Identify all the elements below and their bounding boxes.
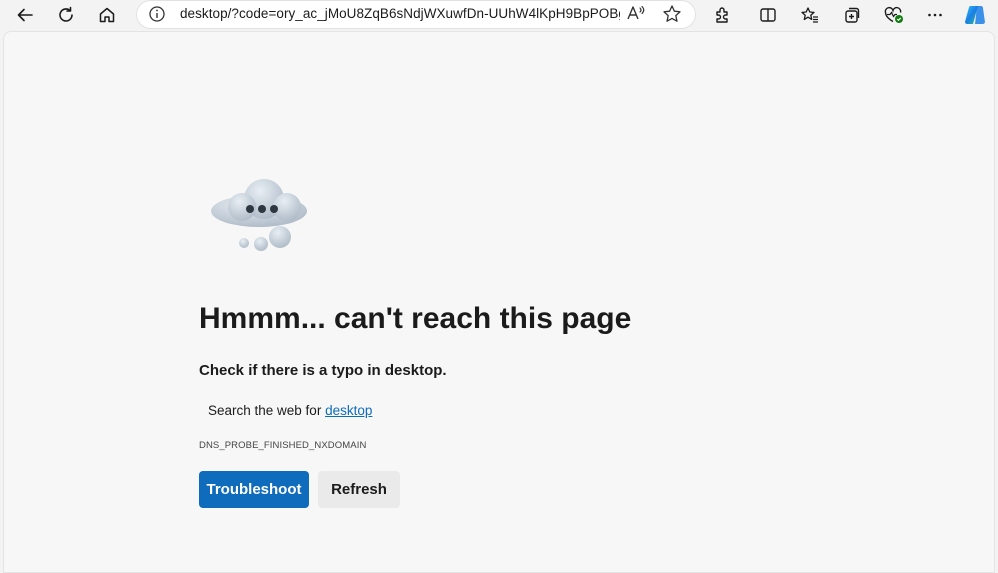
search-prefix: Search the web for [208, 403, 326, 418]
error-subheading: Check if there is a typo in desktop. [199, 362, 447, 379]
error-heading: Hmmm... can't reach this page [199, 302, 632, 335]
browser-essentials-button[interactable] [878, 0, 910, 30]
address-bar[interactable]: desktop/?code=ory_ac_jMoU8ZqB6sNdjWXuwfD… [136, 0, 696, 29]
error-page: Hmmm... can't reach this page Check if t… [3, 31, 995, 573]
home-button[interactable] [91, 0, 123, 30]
search-suggestion: Search the web for desktop [208, 403, 372, 418]
troubleshoot-button[interactable]: Troubleshoot [199, 471, 309, 508]
favorites-icon [801, 7, 818, 23]
more-button[interactable] [919, 0, 951, 30]
refresh-page-button[interactable]: Refresh [318, 471, 400, 508]
copilot-button[interactable] [959, 0, 991, 30]
url-text[interactable]: desktop/?code=ory_ac_jMoU8ZqB6sNdjWXuwfD… [180, 6, 620, 21]
browser-toolbar: desktop/?code=ory_ac_jMoU8ZqB6sNdjWXuwfD… [0, 0, 998, 30]
refresh-icon [59, 6, 73, 22]
thinking-cloud-icon [211, 179, 307, 251]
favorite-star-icon[interactable] [662, 4, 682, 29]
back-button[interactable] [9, 0, 41, 30]
info-icon[interactable] [148, 5, 166, 28]
error-code: DNS_PROBE_FINISHED_NXDOMAIN [199, 440, 367, 451]
collections-icon [845, 7, 860, 23]
search-link[interactable]: desktop [325, 403, 372, 418]
home-icon [99, 7, 115, 23]
browser-essentials-icon [884, 6, 903, 23]
extensions-button[interactable] [707, 0, 739, 30]
more-icon [928, 13, 942, 17]
read-aloud-icon[interactable] [626, 4, 646, 25]
split-screen-button[interactable] [752, 0, 784, 30]
back-icon [17, 8, 33, 22]
split-screen-icon [760, 8, 776, 22]
favorites-button[interactable] [794, 0, 826, 30]
collections-button[interactable] [836, 0, 868, 30]
refresh-button[interactable] [50, 0, 82, 30]
extensions-icon [716, 7, 728, 23]
copilot-icon [965, 6, 985, 24]
cloud-illustration [209, 177, 313, 262]
